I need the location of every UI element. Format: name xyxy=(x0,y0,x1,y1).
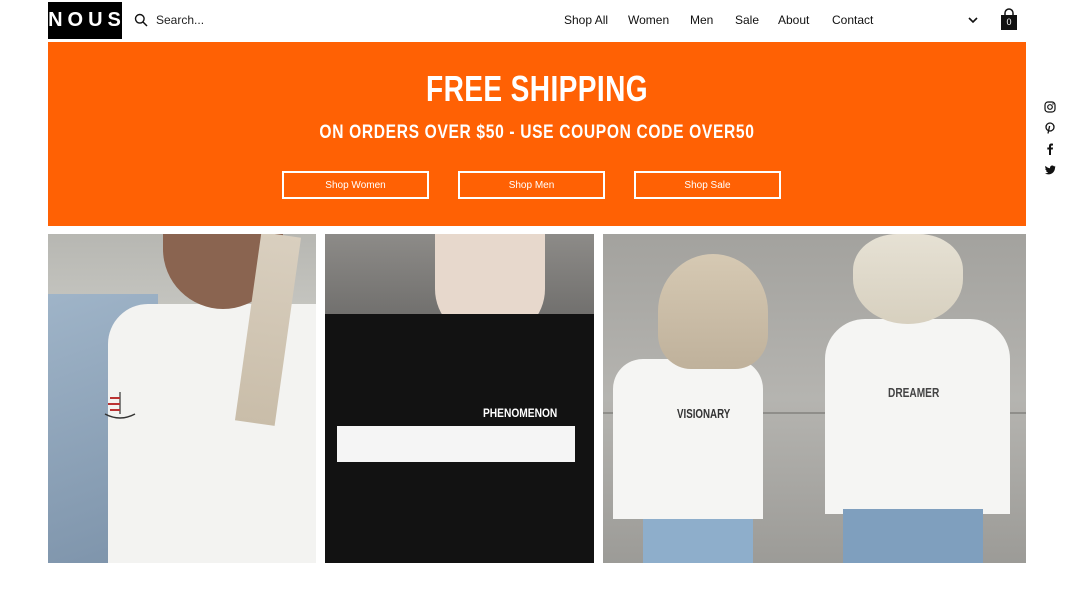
visionary-shirt-text: VISIONARY xyxy=(677,406,731,421)
search-bar[interactable] xyxy=(134,10,334,30)
nav-sale[interactable]: Sale xyxy=(735,13,759,29)
man-jeans-shape xyxy=(843,509,983,563)
search-icon xyxy=(134,13,148,27)
instagram-icon[interactable] xyxy=(1044,101,1056,113)
cart-button[interactable]: 0 xyxy=(999,8,1019,31)
women-collection-photo[interactable] xyxy=(48,234,316,563)
twitter-icon[interactable] xyxy=(1044,164,1056,176)
banner-subtitle: ON ORDERS OVER $50 - USE COUPON CODE OVE… xyxy=(319,122,755,143)
men-collection-photo[interactable]: PHENOMENON xyxy=(325,234,594,563)
nav-contact[interactable]: Contact xyxy=(832,13,873,29)
nav-about[interactable]: About xyxy=(778,13,809,29)
couple-collection-photo[interactable]: VISIONARY DREAMER xyxy=(603,234,1026,563)
shirt-stripe xyxy=(337,426,575,462)
pinterest-icon[interactable] xyxy=(1044,122,1056,134)
ship-graphic xyxy=(104,392,136,419)
phenomenon-shirt-text: PHENOMENON xyxy=(483,406,558,420)
nav-women[interactable]: Women xyxy=(628,13,669,29)
man-shirt-shape xyxy=(825,319,1010,514)
search-input[interactable] xyxy=(156,13,326,27)
shop-men-button[interactable]: Shop Men xyxy=(458,171,605,199)
site-header: NOUS Shop All Women Men Sale About Conta… xyxy=(0,0,1072,42)
woman-jeans-shape xyxy=(643,519,753,563)
chevron-down-icon[interactable] xyxy=(966,13,980,27)
cart-count: 0 xyxy=(1006,17,1012,27)
dreamer-shirt-text: DREAMER xyxy=(888,385,940,400)
man-hair-shape xyxy=(853,234,963,324)
nav-men[interactable]: Men xyxy=(690,13,713,29)
banner-title: FREE SHIPPING xyxy=(426,68,648,109)
shop-sale-button[interactable]: Shop Sale xyxy=(634,171,781,199)
woman-hair-shape xyxy=(658,254,768,369)
shop-women-button[interactable]: Shop Women xyxy=(282,171,429,199)
site-logo[interactable]: NOUS xyxy=(48,2,122,39)
promo-banner: FREE SHIPPING ON ORDERS OVER $50 - USE C… xyxy=(48,42,1026,226)
nav-shop-all[interactable]: Shop All xyxy=(564,13,608,29)
woman-shirt-shape xyxy=(613,359,763,519)
facebook-icon[interactable] xyxy=(1044,143,1056,155)
